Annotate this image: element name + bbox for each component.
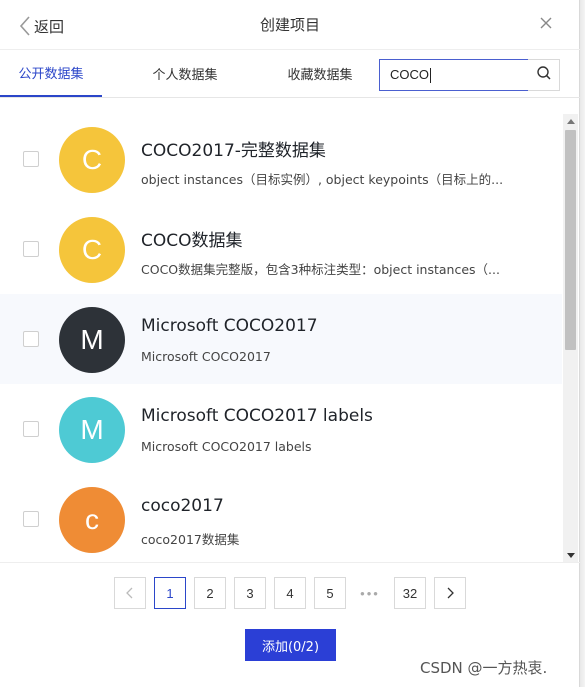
divider <box>0 562 580 563</box>
next-page-button[interactable] <box>434 577 466 609</box>
prev-page-button[interactable] <box>114 577 146 609</box>
select-checkbox[interactable] <box>23 421 39 437</box>
more-pages-ellipsis[interactable]: ••• <box>354 577 386 609</box>
search-icon <box>536 65 552 85</box>
select-checkbox[interactable] <box>23 151 39 167</box>
create-project-dialog: 返回 创建项目 公开数据集 个人数据集 收藏数据集 COCO C COCO201… <box>0 0 580 687</box>
dataset-description: Microsoft COCO2017 <box>141 349 271 364</box>
chevron-left-icon <box>126 587 133 599</box>
dataset-description: Microsoft COCO2017 labels <box>141 439 312 454</box>
page-5-button[interactable]: 5 <box>314 577 346 609</box>
page-3-button[interactable]: 3 <box>234 577 266 609</box>
dataset-description: COCO数据集完整版，包含3种标注类型：object instances（... <box>141 262 500 277</box>
dialog-title: 创建项目 <box>259 16 320 34</box>
tab-favorite-datasets[interactable]: 收藏数据集 <box>269 50 371 97</box>
tab-public-datasets[interactable]: 公开数据集 <box>0 50 102 97</box>
scroll-up-arrow-icon[interactable] <box>563 114 578 128</box>
dialog-header: 返回 创建项目 <box>0 0 580 50</box>
page-2-button[interactable]: 2 <box>194 577 226 609</box>
select-checkbox[interactable] <box>23 241 39 257</box>
watermark: CSDN @一方热衷. <box>420 659 548 677</box>
scroll-down-arrow-icon[interactable] <box>563 548 578 562</box>
select-checkbox[interactable] <box>23 331 39 347</box>
list-item[interactable]: M Microsoft COCO2017 Microsoft COCO2017 <box>0 294 562 384</box>
avatar: C <box>59 217 125 283</box>
tab-personal-datasets[interactable]: 个人数据集 <box>134 50 236 97</box>
pagination: 1 2 3 4 5 ••• 32 <box>0 577 580 609</box>
page-1-button[interactable]: 1 <box>154 577 186 609</box>
search-input[interactable]: COCO <box>379 59 529 91</box>
window-edge <box>580 0 585 687</box>
dataset-title: Microsoft COCO2017 labels <box>141 406 373 426</box>
avatar: M <box>59 307 125 373</box>
avatar: M <box>59 397 125 463</box>
list-scrollbar[interactable] <box>563 114 578 562</box>
list-item[interactable]: c coco2017 coco2017数据集 <box>0 474 562 562</box>
text-caret <box>430 68 431 84</box>
select-checkbox[interactable] <box>23 511 39 527</box>
dataset-title: Microsoft COCO2017 <box>141 316 318 336</box>
dataset-list: C COCO2017-完整数据集 object instances（目标实例）,… <box>0 114 562 562</box>
chevron-right-icon <box>447 587 454 599</box>
avatar: C <box>59 127 125 193</box>
dataset-description: object instances（目标实例）, object keypoints… <box>141 172 504 187</box>
dataset-title: COCO数据集 <box>141 231 243 251</box>
dataset-tabs: 公开数据集 个人数据集 收藏数据集 COCO <box>0 50 580 98</box>
search-button[interactable] <box>528 59 560 91</box>
list-item[interactable]: C COCO数据集 COCO数据集完整版，包含3种标注类型：object ins… <box>0 204 562 294</box>
close-icon[interactable] <box>538 15 554 31</box>
dataset-title: COCO2017-完整数据集 <box>141 141 326 161</box>
dataset-description: coco2017数据集 <box>141 532 240 547</box>
list-item[interactable]: C COCO2017-完整数据集 object instances（目标实例）,… <box>0 114 562 204</box>
page-4-button[interactable]: 4 <box>274 577 306 609</box>
add-button[interactable]: 添加(0/2) <box>245 629 336 661</box>
list-item[interactable]: M Microsoft COCO2017 labels Microsoft CO… <box>0 384 562 474</box>
scrollbar-thumb[interactable] <box>565 130 576 350</box>
avatar: c <box>59 487 125 553</box>
page-last-button[interactable]: 32 <box>394 577 426 609</box>
dataset-title: coco2017 <box>141 496 224 516</box>
